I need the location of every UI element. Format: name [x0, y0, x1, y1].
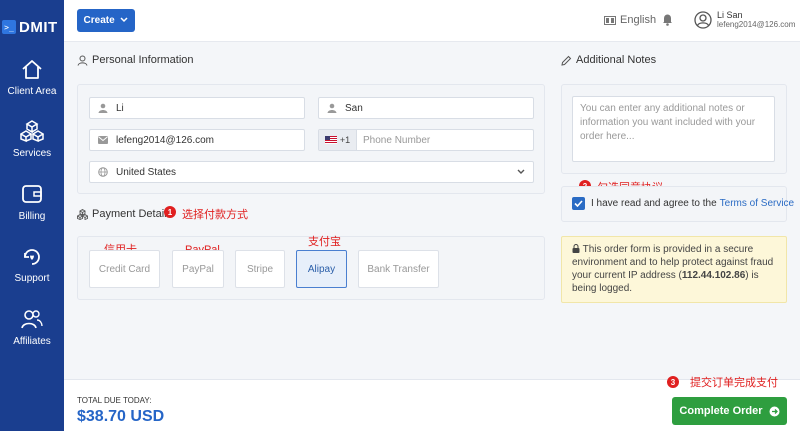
country-code-selector[interactable]: +1	[319, 130, 357, 150]
country-value: United States	[116, 166, 177, 178]
envelope-icon	[98, 136, 108, 144]
chevron-down-icon	[517, 169, 525, 174]
complete-order-label: Complete Order	[679, 405, 763, 417]
user-icon	[327, 103, 337, 113]
payment-method-label: Credit Card	[98, 263, 151, 275]
additional-notes-title: Additional Notes	[576, 54, 657, 66]
logo[interactable]: >_ DMIT	[2, 14, 62, 40]
security-notice: This order form is provided in a secure …	[561, 236, 787, 303]
sidebar-item-affiliates[interactable]: Affiliates	[0, 308, 64, 366]
payment-details-heading: Payment Details	[77, 208, 172, 220]
email-value: lefeng2014@126.com	[116, 134, 214, 146]
personal-info-heading: Personal Information	[77, 54, 194, 66]
annotation-badge-3: 3	[667, 376, 679, 388]
user-icon	[77, 55, 88, 66]
payment-method-stripe[interactable]: Stripe	[235, 250, 285, 288]
lock-icon	[572, 244, 580, 253]
check-icon	[574, 200, 583, 207]
brand-name: DMIT	[19, 18, 58, 36]
terms-text: I have read and agree to the	[591, 198, 717, 209]
payment-method-label: Alipay	[307, 263, 336, 275]
payment-method-label: Stripe	[246, 263, 274, 275]
top-header: Create English Li San lefeng2014@126.com	[64, 0, 800, 42]
support-icon	[24, 249, 40, 265]
annotation-submit-order: 提交订单完成支付	[690, 377, 778, 389]
terminal-icon: >_	[2, 20, 16, 34]
create-label: Create	[83, 15, 115, 26]
wallet-icon	[22, 185, 42, 203]
notes-textarea[interactable]: You can enter any additional notes or in…	[572, 96, 775, 162]
personal-info-card: Li San lefeng2014@126.com +1 Phone Numbe…	[77, 84, 545, 194]
terms-of-service-link[interactable]: Terms of Service	[720, 198, 794, 209]
sidebar-item-services[interactable]: Services	[0, 120, 64, 178]
language-label: English	[620, 14, 657, 26]
sidebar-item-label: Affiliates	[13, 336, 51, 347]
notifications-button[interactable]	[662, 13, 673, 31]
sidebar-item-label: Billing	[18, 211, 46, 222]
first-name-value: Li	[116, 102, 124, 114]
cubes-icon	[20, 120, 44, 142]
annotation-select-payment: 选择付款方式	[182, 209, 248, 221]
payment-method-credit-card[interactable]: Credit Card	[89, 250, 160, 288]
payment-method-paypal[interactable]: PayPal	[172, 250, 224, 288]
arrow-right-circle-icon	[769, 406, 780, 416]
annotation-alipay: 支付宝	[308, 236, 341, 248]
bell-icon	[663, 14, 672, 26]
phone-code: +1	[339, 135, 351, 145]
user-menu[interactable]: Li San lefeng2014@126.com	[694, 10, 795, 30]
payment-details-title: Payment Details	[92, 208, 173, 220]
us-flag-icon	[324, 136, 337, 144]
first-name-field[interactable]: Li	[89, 97, 305, 119]
last-name-field[interactable]: San	[318, 97, 534, 119]
sidebar-item-support[interactable]: Support	[0, 245, 64, 303]
user-email: lefeng2014@126.com	[717, 20, 796, 29]
total-due-label: TOTAL DUE TODAY:	[77, 396, 152, 405]
sidebar-item-client-area[interactable]: Client Area	[0, 58, 64, 116]
language-switcher[interactable]: English	[604, 14, 656, 26]
terms-agreement: I have read and agree to the Terms of Se…	[572, 197, 794, 210]
payment-method-label: Bank Transfer	[367, 263, 430, 275]
sidebar-item-label: Support	[14, 273, 50, 284]
payment-method-alipay[interactable]: Alipay	[296, 250, 347, 288]
ip-address: 112.44.102.86	[681, 270, 746, 281]
phone-placeholder: Phone Number	[363, 134, 431, 146]
sidebar-item-label: Services	[12, 148, 52, 159]
language-icon	[604, 15, 616, 25]
additional-notes-heading: Additional Notes	[561, 54, 656, 66]
sidebar-item-label: Client Area	[7, 86, 57, 97]
user-name: Li San	[717, 10, 743, 20]
country-select[interactable]: United States	[89, 161, 534, 183]
sidebar: >_ DMIT Client Area Services Billing Sup…	[0, 0, 64, 431]
payment-method-label: PayPal	[182, 263, 214, 275]
avatar	[694, 11, 712, 29]
personal-info-title: Personal Information	[92, 54, 194, 66]
payment-method-bank-transfer[interactable]: Bank Transfer	[358, 250, 439, 288]
complete-order-button[interactable]: Complete Order	[672, 397, 787, 425]
sidebar-item-billing[interactable]: Billing	[0, 183, 64, 241]
pencil-icon	[561, 55, 572, 66]
create-button[interactable]: Create	[77, 9, 135, 32]
annotation-badge-1: 1	[164, 206, 176, 218]
phone-field[interactable]: +1 Phone Number	[318, 129, 534, 151]
last-name-value: San	[345, 102, 363, 114]
globe-icon	[98, 167, 108, 177]
users-icon	[21, 310, 43, 329]
cubes-icon	[77, 208, 88, 220]
chevron-down-icon	[120, 17, 128, 23]
home-icon	[22, 60, 42, 79]
email-field[interactable]: lefeng2014@126.com	[89, 129, 305, 151]
notes-placeholder: You can enter any additional notes or in…	[580, 103, 756, 142]
terms-checkbox[interactable]	[572, 197, 585, 210]
user-icon	[98, 103, 108, 113]
total-due-value: $38.70 USD	[77, 408, 165, 425]
